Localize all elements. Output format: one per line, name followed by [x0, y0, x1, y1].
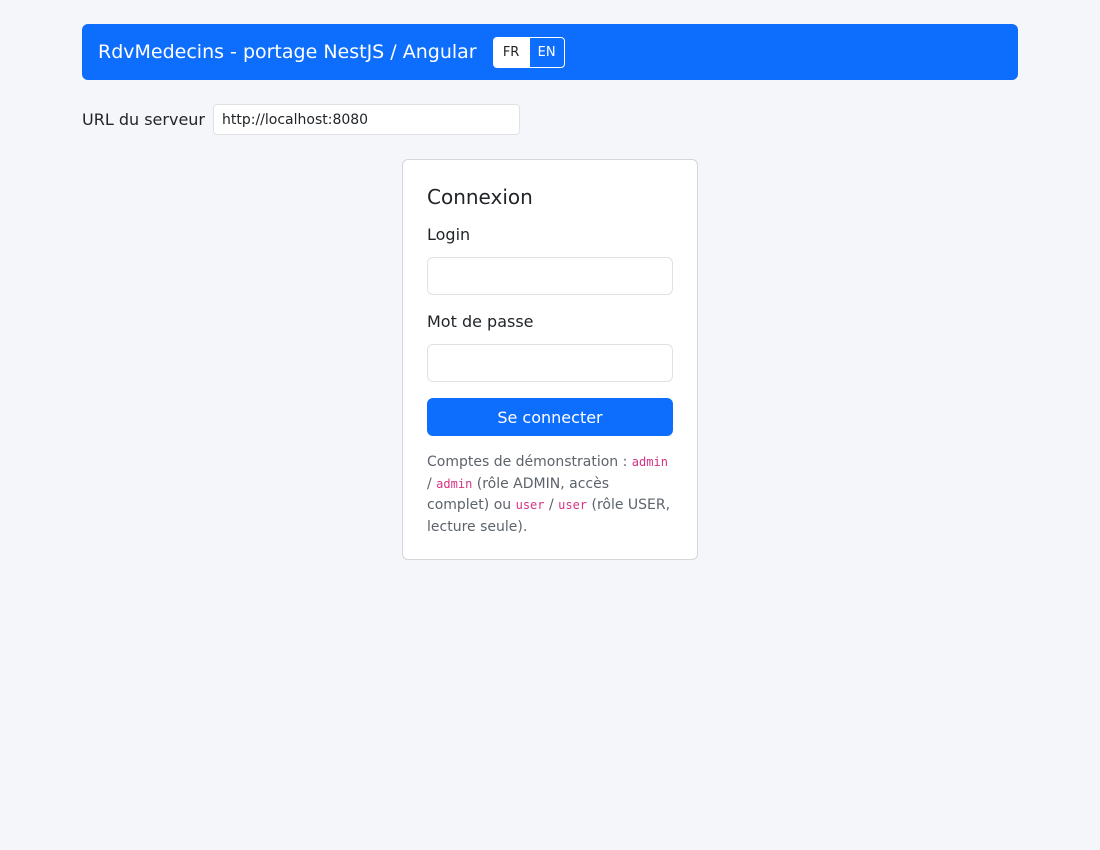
lang-en-button[interactable]: EN	[528, 37, 564, 67]
hint-prefix: Comptes de démonstration :	[427, 454, 628, 470]
login-input[interactable]	[427, 257, 673, 295]
server-url-row: URL du serveur	[82, 104, 520, 135]
user-password-code: user	[558, 498, 588, 512]
admin-password-code: admin	[436, 476, 473, 491]
login-card: Connexion Login Mot de passe Se connecte…	[402, 159, 698, 560]
password-input[interactable]	[427, 344, 673, 382]
password-label: Mot de passe	[427, 312, 534, 331]
hint-separator: /	[427, 475, 432, 492]
app-title: RdvMedecins - portage NestJS / Angular	[98, 41, 477, 63]
admin-login-code: admin	[631, 455, 668, 469]
demo-accounts-hint: Comptes de démonstration : admin / admin…	[427, 452, 675, 538]
user-login-code: user	[515, 498, 545, 512]
top-navbar: RdvMedecins - portage NestJS / Angular F…	[82, 24, 1018, 80]
language-switcher: FR EN	[492, 36, 565, 68]
login-card-title: Connexion	[427, 185, 533, 209]
login-submit-button[interactable]: Se connecter	[427, 398, 673, 436]
page: RdvMedecins - portage NestJS / Angular F…	[0, 0, 1100, 850]
lang-fr-button[interactable]: FR	[493, 37, 529, 67]
server-url-label: URL du serveur	[82, 110, 205, 129]
hint-separator: /	[548, 497, 554, 513]
server-url-input[interactable]	[213, 104, 520, 135]
login-label: Login	[427, 225, 471, 244]
